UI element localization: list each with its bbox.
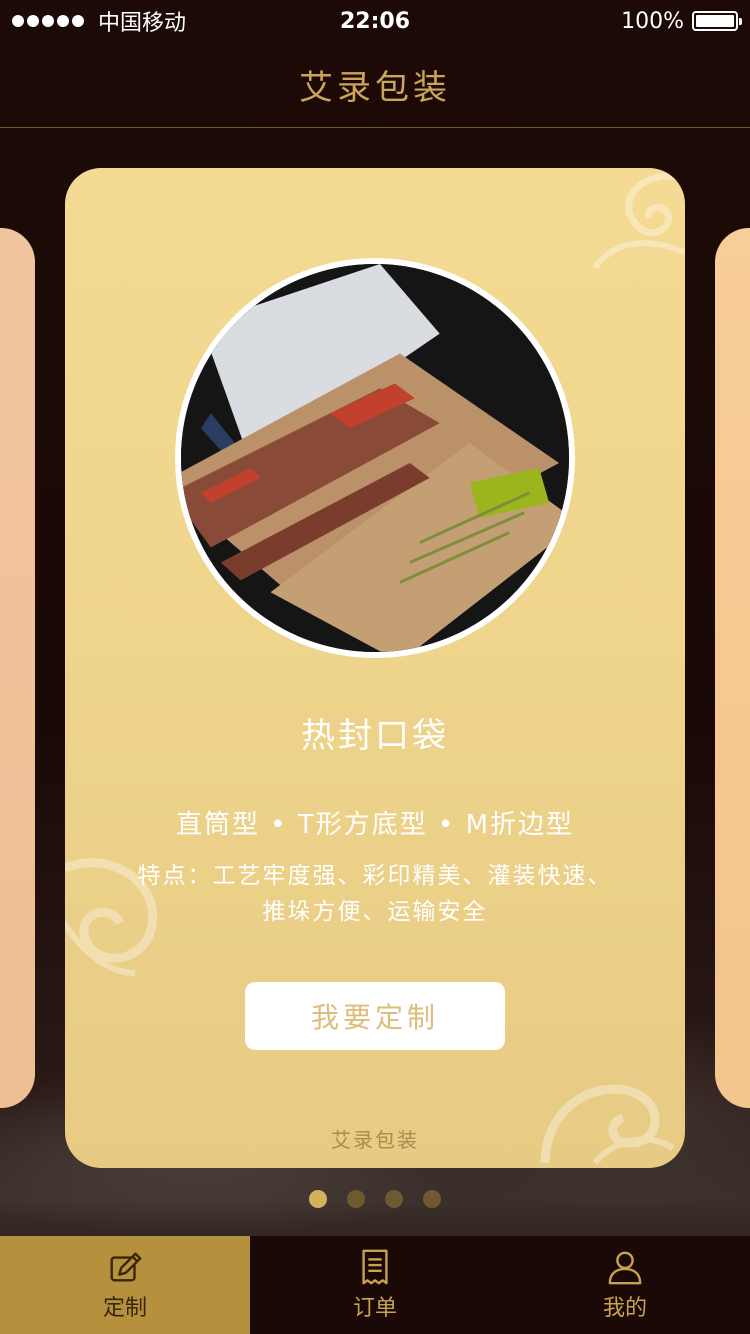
product-features: 特点：工艺牢度强、彩印精美、灌装快速、 推垛方便、运输安全 — [115, 858, 635, 930]
pencil-icon — [110, 1252, 142, 1282]
page-dot-3[interactable] — [385, 1190, 403, 1208]
page-dot-1[interactable] — [309, 1190, 327, 1208]
battery-icon — [692, 11, 742, 31]
product-title: 热封口袋 — [301, 716, 449, 756]
carrier-label: 中国移动 — [98, 11, 187, 36]
page-dot-4[interactable] — [423, 1190, 441, 1208]
features-line-2: 推垛方便、运输安全 — [262, 899, 488, 925]
tab-customize[interactable]: 定制 — [0, 1236, 250, 1334]
signal-icon — [12, 15, 84, 27]
user-icon — [608, 1251, 642, 1285]
swirl-decoration-icon — [592, 172, 685, 270]
page-indicator[interactable] — [0, 1190, 750, 1212]
tab-orders-label: 订单 — [352, 1296, 397, 1321]
product-card[interactable]: 热封口袋 直筒型 • T形方底型 • M折边型 特点：工艺牢度强、彩印精美、灌装… — [65, 168, 685, 1168]
tab-bar: 定制 订单 我的 — [0, 1236, 750, 1334]
tab-customize-label: 定制 — [102, 1296, 147, 1321]
tab-profile[interactable]: 我的 — [500, 1236, 750, 1334]
next-card[interactable] — [715, 228, 750, 1108]
status-bar: 中国移动 22:06 100% — [0, 0, 750, 42]
battery-percent: 100% — [621, 8, 684, 34]
page-title: 艾录包装 — [299, 68, 451, 108]
card-brand-label: 艾录包装 — [331, 1128, 419, 1152]
navigation-bar: 艾录包装 — [0, 42, 750, 128]
features-line-1: 特点：工艺牢度强、彩印精美、灌装快速、 — [137, 863, 613, 889]
product-image — [175, 258, 575, 658]
customize-button[interactable]: 我要定制 — [245, 982, 505, 1050]
product-types: 直筒型 • T形方底型 • M折边型 — [175, 810, 575, 840]
tab-profile-label: 我的 — [602, 1296, 647, 1321]
tab-orders[interactable]: 订单 — [250, 1236, 500, 1334]
page-dot-2[interactable] — [347, 1190, 365, 1208]
previous-card[interactable] — [0, 228, 35, 1108]
receipt-icon — [362, 1249, 388, 1285]
swirl-decoration-icon — [540, 1084, 675, 1165]
